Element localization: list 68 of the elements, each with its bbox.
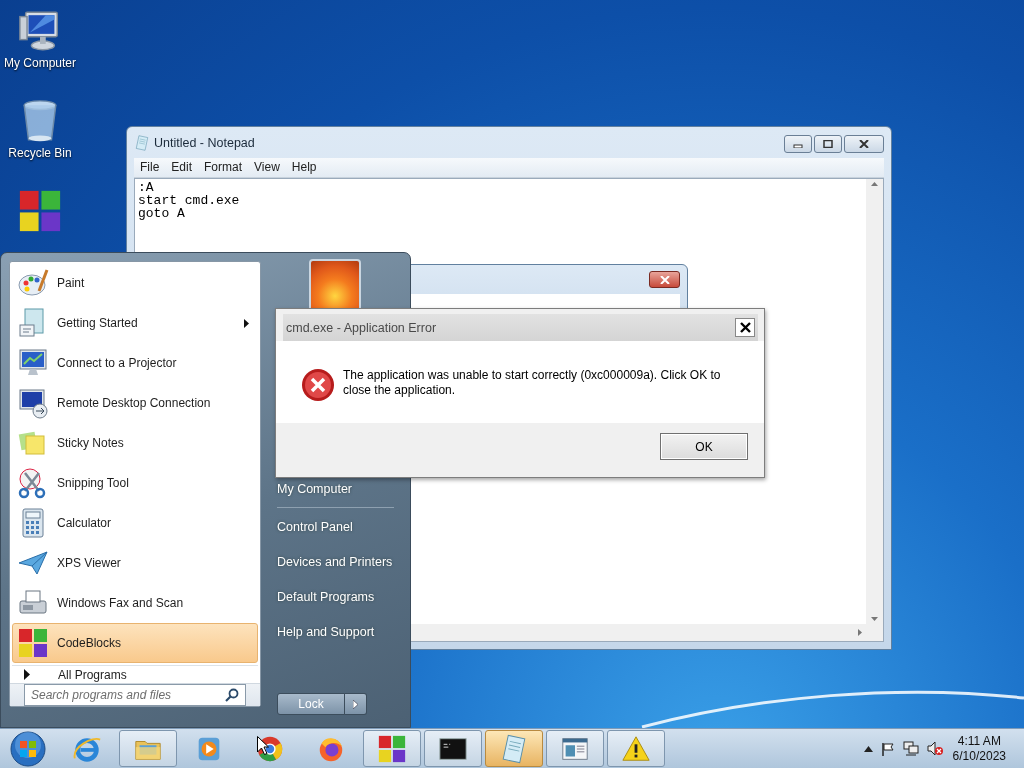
program-item[interactable]: CodeBlocks: [12, 623, 258, 663]
notepad-icon: [134, 134, 150, 151]
caret-icon: [353, 699, 358, 709]
program-item[interactable]: Sticky Notes: [12, 423, 258, 463]
submenu-arrow-icon: [244, 318, 249, 328]
program-item[interactable]: Connect to a Projector: [12, 343, 258, 383]
menu-item[interactable]: Edit: [165, 158, 199, 177]
program-item[interactable]: Windows Fax and Scan: [12, 583, 258, 623]
menu-item[interactable]: File: [134, 158, 166, 177]
dialog-title: cmd.exe - Application Error: [286, 320, 438, 335]
flag-icon: [880, 741, 895, 756]
network-icon: [902, 741, 919, 756]
text-line: goto A: [138, 207, 186, 220]
start-menu-link[interactable]: Default Programs: [277, 579, 402, 614]
taskbar-button[interactable]: [424, 730, 482, 767]
close-button[interactable]: [649, 271, 680, 288]
text-line: start cmd.exe: [138, 194, 241, 207]
muted-speaker-icon: [926, 741, 943, 756]
start-orb-icon: [10, 730, 46, 767]
start-menu-link[interactable]: Help and Support: [277, 614, 402, 649]
notepad-icon: [499, 733, 529, 764]
close-icon: [859, 140, 869, 148]
error-message: The application was unable to start correctly (0xc000009a). Click OK to close the application.: [343, 368, 722, 398]
clock-time: 4:11 AM: [957, 733, 1001, 749]
error-icon: [301, 368, 335, 402]
start-button[interactable]: [8, 730, 48, 767]
vertical-scrollbar[interactable]: [866, 179, 883, 624]
search-icon: [225, 688, 239, 702]
taskbar-button[interactable]: [363, 730, 421, 767]
maximize-icon: [823, 140, 833, 148]
scroll-right-icon: [858, 629, 862, 636]
four-squares-icon: [377, 733, 407, 764]
desktop-icon-label[interactable]: Recycle Bin: [8, 146, 72, 160]
close-button[interactable]: [844, 135, 884, 153]
close-icon: [659, 275, 670, 284]
program-item[interactable]: Calculator: [12, 503, 258, 543]
program-item[interactable]: Snipping Tool: [12, 463, 258, 503]
scroll-down-icon: [871, 617, 878, 621]
program-item[interactable]: Remote Desktop Connection: [12, 383, 258, 423]
remote-monitor-icon: [17, 387, 49, 419]
scroll-up-icon: [871, 182, 878, 186]
warning-icon: [621, 733, 651, 764]
four-squares-icon: [17, 627, 49, 659]
close-button[interactable]: [735, 318, 755, 337]
start-menu-link[interactable]: Control Panel: [277, 509, 402, 544]
ok-button[interactable]: OK: [660, 433, 748, 460]
four-squares-icon: [17, 188, 63, 234]
menu-item[interactable]: Help: [285, 158, 323, 177]
palette-icon: [17, 267, 49, 299]
start-menu-link[interactable]: Devices and Printers: [277, 544, 402, 579]
menu-item[interactable]: Format: [198, 158, 249, 177]
shutdown-options-button[interactable]: [345, 693, 367, 715]
clock[interactable]: 4:11 AM 6/10/2023: [952, 733, 1020, 764]
clock-date: 6/10/2023: [952, 748, 1006, 764]
maximize-button[interactable]: [814, 135, 842, 153]
program-item[interactable]: Getting Started: [12, 303, 258, 343]
search-field[interactable]: Search programs and files: [24, 684, 246, 706]
minimize-button[interactable]: [784, 135, 812, 153]
program-item[interactable]: XPS Viewer: [12, 543, 258, 583]
text-line: :A: [138, 181, 155, 194]
expand-arrow-icon: [24, 669, 30, 680]
desktop-icon-label[interactable]: My Computer: [4, 56, 76, 70]
mouse-pointer-icon: [257, 736, 269, 755]
menu-item[interactable]: View: [248, 158, 286, 177]
window-title: Untitled - Notepad: [154, 135, 256, 150]
close-icon: [739, 322, 751, 333]
program-item[interactable]: Paint: [12, 263, 258, 303]
show-hidden-icons-icon: [863, 745, 873, 752]
